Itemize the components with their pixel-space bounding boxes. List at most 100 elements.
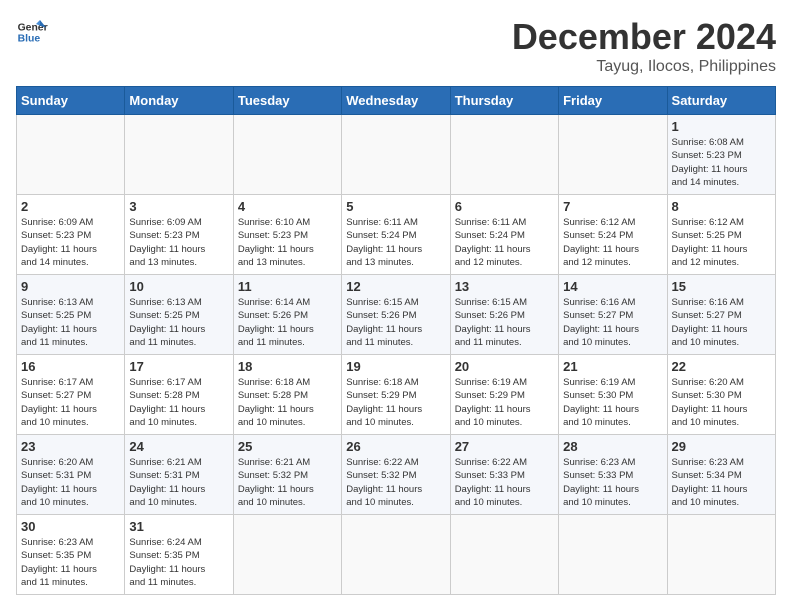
calendar-header-row: SundayMondayTuesdayWednesdayThursdayFrid… [17, 87, 776, 115]
day-cell-20: 20Sunrise: 6:19 AM Sunset: 5:29 PM Dayli… [450, 355, 558, 435]
day-info: Sunrise: 6:18 AM Sunset: 5:28 PM Dayligh… [238, 376, 337, 429]
day-info: Sunrise: 6:23 AM Sunset: 5:33 PM Dayligh… [563, 456, 662, 509]
day-number: 29 [672, 439, 771, 454]
day-cell-17: 17 Sunrise: 6:17 AM Sunset: 5:28 PM Dayli… [125, 355, 233, 435]
empty-cell [233, 115, 341, 195]
day-info: Sunrise: 6:23 AM Sunset: 5:34 PM Dayligh… [672, 456, 771, 509]
week-row-3: 16Sunrise: 6:17 AM Sunset: 5:27 PM Dayli… [17, 355, 776, 435]
day-info: Sunrise: 6:09 AM Sunset: 5:23 PM Dayligh… [129, 216, 228, 269]
day-cell-22: 22Sunrise: 6:20 AM Sunset: 5:30 PM Dayli… [667, 355, 775, 435]
day-info: Sunrise: 6:11 AM Sunset: 5:24 PM Dayligh… [455, 216, 554, 269]
day-number: 17 [129, 359, 228, 374]
day-number: 15 [672, 279, 771, 294]
day-cell-31: 31 Sunrise: 6:24 AM Sunset: 5:35 PM Dayli… [125, 515, 233, 595]
empty-cell [450, 115, 558, 195]
day-info: Sunrise: 6:12 AM Sunset: 5:25 PM Dayligh… [672, 216, 771, 269]
day-info: Sunrise: 6:16 AM Sunset: 5:27 PM Dayligh… [672, 296, 771, 349]
day-cell-3: 3 Sunrise: 6:09 AM Sunset: 5:23 PM Daylig… [125, 195, 233, 275]
day-info: Sunrise: 6:14 AM Sunset: 5:26 PM Dayligh… [238, 296, 337, 349]
calendar-table: SundayMondayTuesdayWednesdayThursdayFrid… [16, 86, 776, 595]
page-header: General Blue December 2024 Tayug, Ilocos… [16, 16, 776, 76]
day-number: 27 [455, 439, 554, 454]
day-number: 23 [21, 439, 120, 454]
day-cell-15: 15 Sunrise: 6:16 AM Sunset: 5:27 PM Dayli… [667, 275, 775, 355]
day-cell-1: 1 Sunrise: 6:08 AM Sunset: 5:23 PM Daylig… [667, 115, 775, 195]
day-number: 1 [672, 119, 771, 134]
day-info: Sunrise: 6:13 AM Sunset: 5:25 PM Dayligh… [21, 296, 120, 349]
day-number: 3 [129, 199, 228, 214]
day-cell-21: 21Sunrise: 6:19 AM Sunset: 5:30 PM Dayli… [559, 355, 667, 435]
day-cell-24: 24 Sunrise: 6:21 AM Sunset: 5:31 PM Dayli… [125, 435, 233, 515]
day-number: 7 [563, 199, 662, 214]
empty-cell [450, 515, 558, 595]
day-cell-9: 9Sunrise: 6:13 AM Sunset: 5:25 PM Daylig… [17, 275, 125, 355]
day-number: 24 [129, 439, 228, 454]
day-number: 5 [346, 199, 445, 214]
day-number: 4 [238, 199, 337, 214]
day-info: Sunrise: 6:24 AM Sunset: 5:35 PM Dayligh… [129, 536, 228, 589]
day-number: 25 [238, 439, 337, 454]
day-info: Sunrise: 6:22 AM Sunset: 5:32 PM Dayligh… [346, 456, 445, 509]
day-cell-4: 4 Sunrise: 6:10 AM Sunset: 5:23 PM Daylig… [233, 195, 341, 275]
day-info: Sunrise: 6:09 AM Sunset: 5:23 PM Dayligh… [21, 216, 120, 269]
day-number: 18 [238, 359, 337, 374]
title-area: December 2024 Tayug, Ilocos, Philippines [512, 16, 776, 76]
day-cell-14: 14Sunrise: 6:16 AM Sunset: 5:27 PM Dayli… [559, 275, 667, 355]
day-cell-28: 28 Sunrise: 6:23 AM Sunset: 5:33 PM Dayli… [559, 435, 667, 515]
week-row-1: 2Sunrise: 6:09 AM Sunset: 5:23 PM Daylig… [17, 195, 776, 275]
logo: General Blue [16, 16, 48, 48]
day-info: Sunrise: 6:21 AM Sunset: 5:32 PM Dayligh… [238, 456, 337, 509]
day-info: Sunrise: 6:19 AM Sunset: 5:30 PM Dayligh… [563, 376, 662, 429]
day-info: Sunrise: 6:19 AM Sunset: 5:29 PM Dayligh… [455, 376, 554, 429]
day-cell-10: 10Sunrise: 6:13 AM Sunset: 5:25 PM Dayli… [125, 275, 233, 355]
day-info: Sunrise: 6:10 AM Sunset: 5:23 PM Dayligh… [238, 216, 337, 269]
day-cell-30: 30 Sunrise: 6:23 AM Sunset: 5:35 PM Dayli… [17, 515, 125, 595]
day-info: Sunrise: 6:20 AM Sunset: 5:31 PM Dayligh… [21, 456, 120, 509]
location-title: Tayug, Ilocos, Philippines [512, 58, 776, 76]
day-cell-2: 2Sunrise: 6:09 AM Sunset: 5:23 PM Daylig… [17, 195, 125, 275]
svg-text:Blue: Blue [18, 34, 41, 45]
day-cell-18: 18 Sunrise: 6:18 AM Sunset: 5:28 PM Dayli… [233, 355, 341, 435]
day-cell-19: 19Sunrise: 6:18 AM Sunset: 5:29 PM Dayli… [342, 355, 450, 435]
day-cell-23: 23 Sunrise: 6:20 AM Sunset: 5:31 PM Dayli… [17, 435, 125, 515]
day-info: Sunrise: 6:08 AM Sunset: 5:23 PM Dayligh… [672, 136, 771, 189]
empty-cell [125, 115, 233, 195]
day-number: 30 [21, 519, 120, 534]
day-info: Sunrise: 6:15 AM Sunset: 5:26 PM Dayligh… [455, 296, 554, 349]
header-day-sunday: Sunday [17, 87, 125, 115]
day-number: 16 [21, 359, 120, 374]
day-info: Sunrise: 6:21 AM Sunset: 5:31 PM Dayligh… [129, 456, 228, 509]
week-row-2: 9Sunrise: 6:13 AM Sunset: 5:25 PM Daylig… [17, 275, 776, 355]
header-day-saturday: Saturday [667, 87, 775, 115]
day-cell-8: 8Sunrise: 6:12 AM Sunset: 5:25 PM Daylig… [667, 195, 775, 275]
day-cell-27: 27 Sunrise: 6:22 AM Sunset: 5:33 PM Dayli… [450, 435, 558, 515]
day-cell-12: 12 Sunrise: 6:15 AM Sunset: 5:26 PM Dayli… [342, 275, 450, 355]
empty-cell [342, 115, 450, 195]
day-info: Sunrise: 6:17 AM Sunset: 5:28 PM Dayligh… [129, 376, 228, 429]
empty-cell [667, 515, 775, 595]
empty-cell [342, 515, 450, 595]
week-row-0: 1 Sunrise: 6:08 AM Sunset: 5:23 PM Daylig… [17, 115, 776, 195]
day-info: Sunrise: 6:23 AM Sunset: 5:35 PM Dayligh… [21, 536, 120, 589]
week-row-4: 23 Sunrise: 6:20 AM Sunset: 5:31 PM Dayli… [17, 435, 776, 515]
day-info: Sunrise: 6:12 AM Sunset: 5:24 PM Dayligh… [563, 216, 662, 269]
day-cell-5: 5 Sunrise: 6:11 AM Sunset: 5:24 PM Daylig… [342, 195, 450, 275]
day-cell-25: 25 Sunrise: 6:21 AM Sunset: 5:32 PM Dayli… [233, 435, 341, 515]
header-day-wednesday: Wednesday [342, 87, 450, 115]
day-info: Sunrise: 6:18 AM Sunset: 5:29 PM Dayligh… [346, 376, 445, 429]
day-number: 14 [563, 279, 662, 294]
day-number: 6 [455, 199, 554, 214]
day-number: 12 [346, 279, 445, 294]
day-info: Sunrise: 6:11 AM Sunset: 5:24 PM Dayligh… [346, 216, 445, 269]
day-info: Sunrise: 6:15 AM Sunset: 5:26 PM Dayligh… [346, 296, 445, 349]
day-number: 31 [129, 519, 228, 534]
day-info: Sunrise: 6:20 AM Sunset: 5:30 PM Dayligh… [672, 376, 771, 429]
day-cell-29: 29 Sunrise: 6:23 AM Sunset: 5:34 PM Dayli… [667, 435, 775, 515]
day-cell-16: 16Sunrise: 6:17 AM Sunset: 5:27 PM Dayli… [17, 355, 125, 435]
header-day-friday: Friday [559, 87, 667, 115]
empty-cell [559, 115, 667, 195]
day-info: Sunrise: 6:22 AM Sunset: 5:33 PM Dayligh… [455, 456, 554, 509]
day-number: 28 [563, 439, 662, 454]
day-number: 11 [238, 279, 337, 294]
day-number: 10 [129, 279, 228, 294]
